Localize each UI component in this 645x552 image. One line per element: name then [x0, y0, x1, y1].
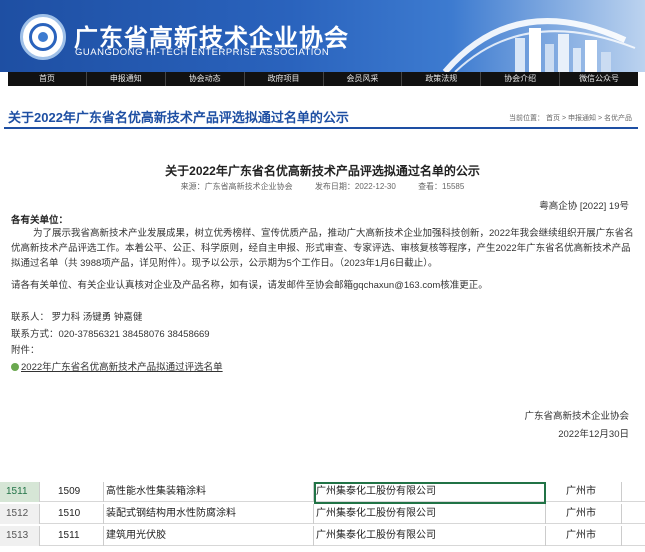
- nav-members[interactable]: 会员风采: [324, 72, 403, 86]
- breadcrumb-products[interactable]: 名优产品: [604, 115, 632, 122]
- breadcrumb-sep: >: [597, 115, 603, 122]
- table-row[interactable]: 1513 1511 建筑用光伏胶 广州集泰化工股份有限公司 广州市: [0, 526, 645, 546]
- signature-date: 2022年12月30日: [558, 429, 629, 440]
- cell-city[interactable]: 广州市: [546, 504, 622, 524]
- cell-city[interactable]: 广州市: [546, 526, 622, 546]
- nav-notices[interactable]: 申报通知: [87, 72, 166, 86]
- spreadsheet-excerpt: 1511 1509 高性能水性集装箱涂料 广州集泰化工股份有限公司 广州市 15…: [0, 476, 645, 552]
- breadcrumb-home[interactable]: 首页: [546, 115, 560, 122]
- article-title: 关于2022年广东省名优高新技术产品评选拟通过名单的公示: [165, 164, 480, 178]
- contact-persons: 联系人： 罗力科 汤键勇 钟嘉健: [11, 312, 143, 323]
- association-logo-icon[interactable]: [20, 14, 66, 60]
- article-views: 查看：15585: [418, 182, 465, 191]
- cell-serial[interactable]: 1510: [40, 504, 104, 524]
- nav-wechat[interactable]: 微信公众号: [560, 72, 638, 86]
- row-number[interactable]: 1513: [0, 526, 40, 546]
- selected-cell-outline: [314, 482, 546, 504]
- breadcrumb-sep: >: [561, 115, 567, 122]
- attachment-icon: [11, 363, 19, 372]
- article-body: 为了展示我省高新技术产业发展成果，树立优秀榜样、宣传优质产品，推动广大高新技术企…: [11, 228, 634, 269]
- nav-news[interactable]: 协会动态: [166, 72, 245, 86]
- row-number[interactable]: 1512: [0, 504, 40, 524]
- contact-phone: 联系方式：020-37856321 38458076 38458669: [11, 329, 210, 340]
- document-number: 粤高企协 [2022] 19号: [539, 201, 629, 212]
- cell-company[interactable]: 广州集泰化工股份有限公司: [314, 526, 546, 546]
- page-title: 关于2022年广东省名优高新技术产品评选拟通过名单的公示: [8, 110, 349, 125]
- cell-product[interactable]: 装配式钢结构用水性防腐涂料: [104, 504, 314, 524]
- site-banner: 广东省高新技术企业协会 GUANGDONG HI-TECH ENTERPRISE…: [0, 0, 645, 72]
- cell-city[interactable]: 广州市: [546, 482, 622, 502]
- table-row[interactable]: 1511 1509 高性能水性集装箱涂料 广州集泰化工股份有限公司 广州市: [0, 482, 645, 504]
- attachment-link[interactable]: 2022年广东省名优高新技术产品拟通过评选名单: [11, 359, 223, 373]
- table-row[interactable]: 1512 1510 装配式钢结构用水性防腐涂料 广州集泰化工股份有限公司 广州市: [0, 504, 645, 524]
- row-number[interactable]: 1511: [0, 482, 40, 502]
- org-name-en: GUANGDONG HI-TECH ENTERPRISE ASSOCIATION: [75, 47, 330, 58]
- attachment-label: 附件：: [11, 345, 40, 356]
- breadcrumb: 当前位置： 首页 > 申报通知 > 名优产品: [509, 113, 632, 123]
- city-skyline-image: [442, 18, 636, 72]
- breadcrumb-prefix: 当前位置：: [509, 115, 545, 122]
- signature-org: 广东省高新技术企业协会: [524, 411, 629, 422]
- page-title-bar: 关于2022年广东省名优高新技术产品评选拟通过名单的公示 当前位置： 首页 > …: [4, 101, 638, 129]
- article-meta: 来源：广东省高新技术企业协会 发布日期：2022-12-30 查看：15585: [0, 181, 645, 192]
- attachment-link-text[interactable]: 2022年广东省名优高新技术产品拟通过评选名单: [21, 362, 223, 373]
- article-date: 发布日期：2022-12-30: [314, 182, 396, 191]
- breadcrumb-notices[interactable]: 申报通知: [568, 115, 596, 122]
- article-body-2: 请各有关单位、有关企业认真核对企业及产品名称，如有误，请发邮件至协会邮箱gqch…: [11, 280, 488, 291]
- nav-home[interactable]: 首页: [8, 72, 87, 86]
- nav-policies[interactable]: 政策法规: [402, 72, 482, 86]
- cell-product[interactable]: 建筑用光伏胶: [104, 526, 314, 546]
- nav-gov-projects[interactable]: 政府项目: [245, 72, 324, 86]
- cell-product[interactable]: 高性能水性集装箱涂料: [104, 482, 314, 502]
- cell-company[interactable]: 广州集泰化工股份有限公司: [314, 504, 546, 524]
- main-nav: 首页 申报通知 协会动态 政府项目 会员风采 政策法规 协会介绍 微信公众号: [8, 72, 638, 86]
- logo-dot: [38, 32, 48, 42]
- greeting: 各有关单位：: [11, 215, 69, 226]
- nav-about[interactable]: 协会介绍: [481, 72, 561, 86]
- article-source: 来源：广东省高新技术企业协会: [180, 182, 293, 191]
- cell-serial[interactable]: 1511: [40, 526, 104, 546]
- cell-serial[interactable]: 1509: [40, 482, 104, 502]
